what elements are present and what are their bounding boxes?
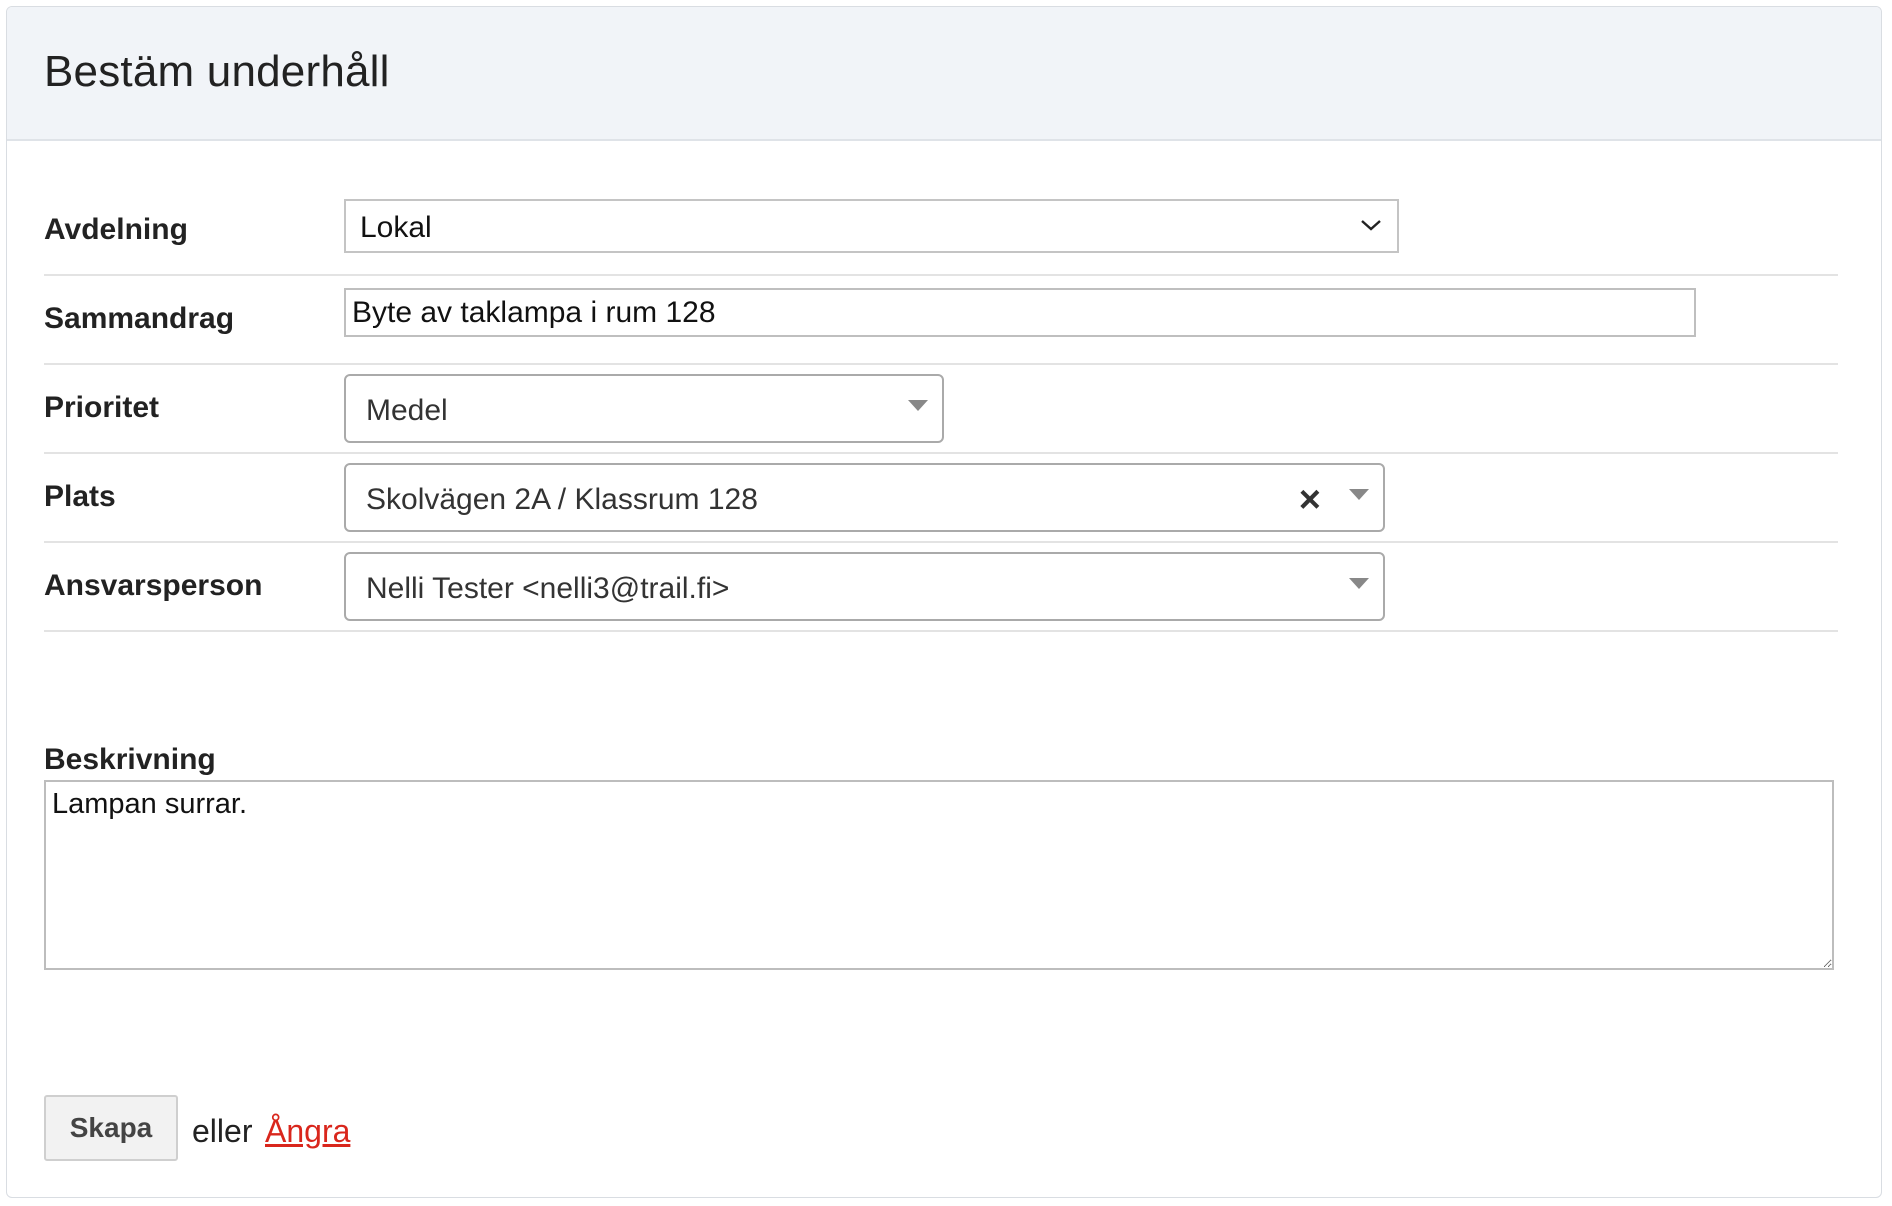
department-label: Avdelning <box>44 213 188 246</box>
location-select[interactable]: Skolvägen 2A / Klassrum 128 × <box>344 463 1385 532</box>
description-textarea[interactable]: Lampan surrar. <box>44 780 1834 970</box>
card-header: Bestäm underhåll <box>7 7 1881 141</box>
chevron-down-icon <box>1361 220 1381 231</box>
cancel-link[interactable]: Ångra <box>265 1113 350 1150</box>
create-button[interactable]: Skapa <box>44 1095 178 1161</box>
location-selected-value: Skolvägen 2A / Klassrum 128 <box>366 483 758 516</box>
or-text: eller <box>192 1113 253 1149</box>
department-selected-value: Lokal <box>360 211 432 244</box>
priority-label: Prioritet <box>44 391 160 424</box>
caret-down-icon <box>1349 489 1369 500</box>
priority-selected-value: Medel <box>366 394 448 427</box>
responsible-label: Ansvarsperson <box>44 569 263 602</box>
page-title: Bestäm underhåll <box>44 47 390 96</box>
department-select[interactable]: Lokal <box>344 199 1399 253</box>
form-row-summary: Sammandrag <box>44 276 1838 365</box>
summary-input[interactable] <box>344 288 1696 337</box>
description-label: Beskrivning <box>44 743 216 776</box>
maintenance-form-card: Bestäm underhåll Avdelning Lokal Sammand… <box>6 6 1882 1198</box>
caret-down-icon <box>1349 578 1369 589</box>
form-row-location: Plats Skolvägen 2A / Klassrum 128 × <box>44 454 1838 543</box>
location-label: Plats <box>44 480 116 513</box>
responsible-selected-value: Nelli Tester <nelli3@trail.fi> <box>366 572 730 605</box>
caret-down-icon <box>908 400 928 411</box>
form-row-department: Avdelning Lokal <box>44 187 1838 276</box>
priority-select[interactable]: Medel <box>344 374 944 443</box>
responsible-select[interactable]: Nelli Tester <nelli3@trail.fi> <box>344 552 1385 621</box>
clear-icon[interactable]: × <box>1299 481 1321 519</box>
form-row-responsible: Ansvarsperson Nelli Tester <nelli3@trail… <box>44 543 1838 632</box>
summary-label: Sammandrag <box>44 302 235 335</box>
form-row-priority: Prioritet Medel <box>44 365 1838 454</box>
